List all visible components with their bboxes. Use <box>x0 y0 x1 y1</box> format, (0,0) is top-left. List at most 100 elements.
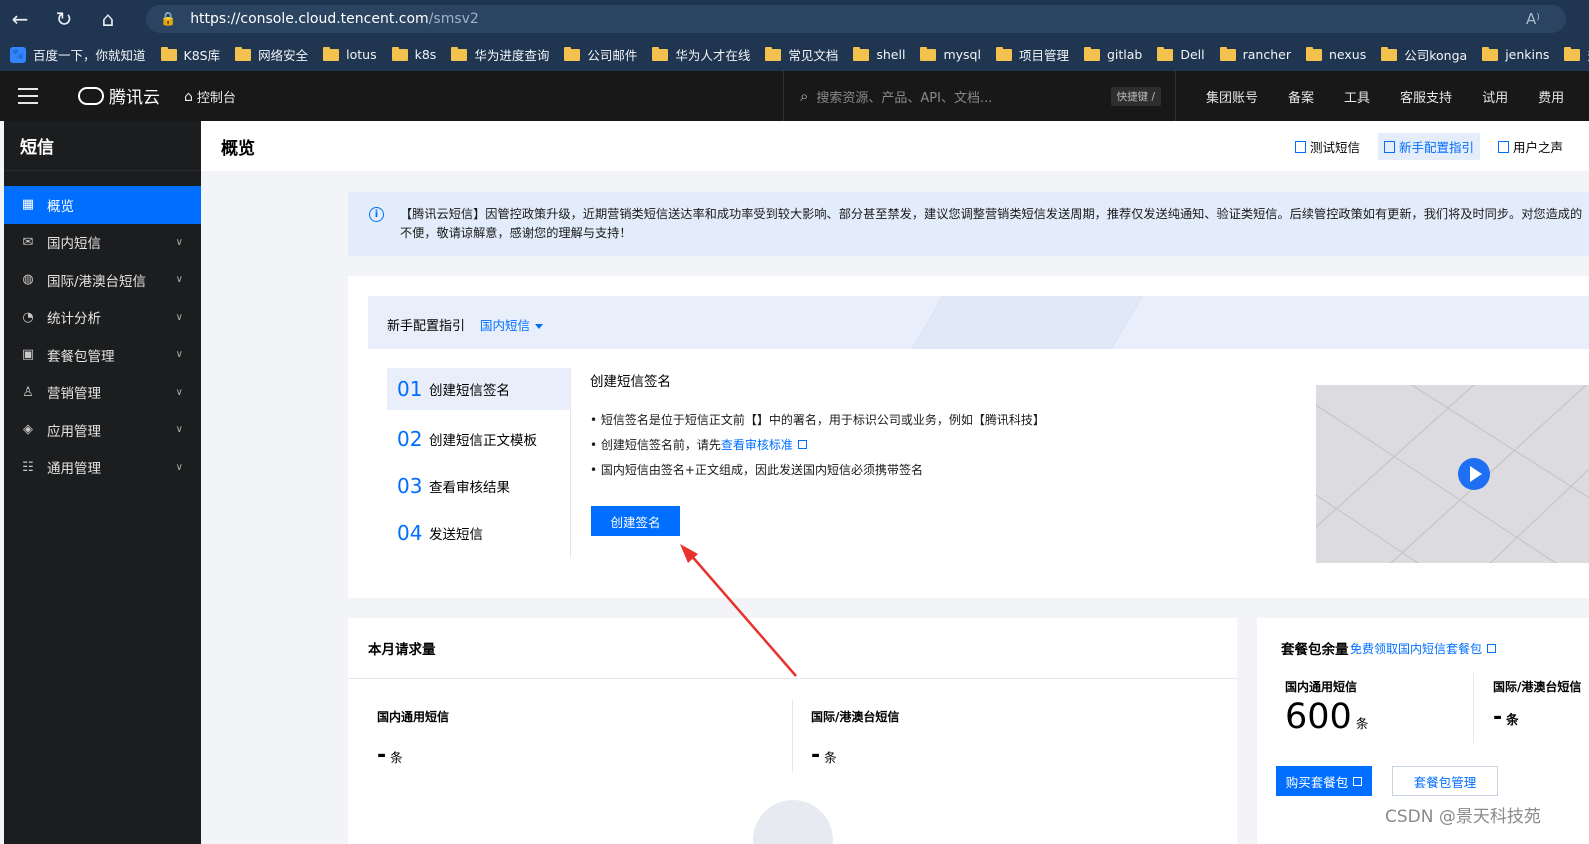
global-search[interactable]: ⌕ 搜索资源、产品、API、文档... 快捷键 / <box>783 71 1176 121</box>
header-action-button[interactable]: 用户之声 <box>1492 133 1569 160</box>
home-icon[interactable]: ⌂ <box>88 0 128 38</box>
bookmark-item[interactable]: lotus <box>323 46 377 62</box>
folder-icon <box>391 46 408 61</box>
back-icon[interactable]: ← <box>0 0 40 38</box>
bookmark-item[interactable]: 公司邮件 <box>564 45 637 64</box>
create-signature-button[interactable]: 创建签名 <box>591 506 680 536</box>
package-management-button[interactable]: 套餐包管理 <box>1392 766 1498 796</box>
top-link[interactable]: 客服支持 <box>1400 87 1452 106</box>
step-number: 04 <box>397 520 423 545</box>
sidebar-item[interactable]: ◍ 国际/港澳台短信 ∨ <box>4 261 201 299</box>
guide-label: 新手配置指引 <box>387 319 466 334</box>
bookmark-item[interactable]: 公司konga <box>1381 45 1467 64</box>
folder-icon <box>920 46 937 61</box>
header-action-button[interactable]: 测试短信 <box>1289 133 1366 160</box>
bookmark-item[interactable]: 项目管理 <box>995 45 1069 64</box>
top-links: 集团账号 备案 工具 客服支持 试用 费用 <box>1176 71 1564 121</box>
step-number: 03 <box>397 473 423 498</box>
bookmark-item[interactable]: nexus <box>1305 46 1366 62</box>
free-package-link[interactable]: 免费领取国内短信套餐包 <box>1350 640 1497 657</box>
bookmark-item[interactable]: mysql <box>920 46 981 62</box>
bookmark-label: 项目管理 <box>1018 48 1069 63</box>
step-label: 创建短信签名 <box>429 383 510 399</box>
bookmark-item[interactable]: gitlab <box>1083 46 1143 62</box>
requests-count: - <box>377 743 387 768</box>
folder-icon <box>1564 46 1581 61</box>
bookmark-label: 百度一下，你就知道 <box>33 48 146 63</box>
grid-icon: ▦ <box>21 197 35 213</box>
divider <box>348 678 1237 679</box>
console-link[interactable]: ⌂ 控制台 <box>184 87 236 107</box>
step-number: 01 <box>397 377 423 401</box>
bookmark-item[interactable]: 华为人才在线 <box>652 45 750 64</box>
bullet-item: • 短信签名是位于短信正文前【】中的署名，用于标识公司或业务，例如【腾讯科技】 <box>590 413 1045 427</box>
bookmark-item[interactable]: 升级平台 <box>1564 45 1589 64</box>
sidebar-menu: ▦ 概览 ✉ 国内短信 ∨ ◍ 国际/港澳台短信 ∨ ◔ 统计分析 ∨ ▣ 套餐包管理 ∨ ♙ 营销管理 ∨ ◈ 应… <box>4 186 201 486</box>
refresh-icon[interactable]: ↻ <box>44 0 84 38</box>
buy-package-button[interactable]: 购买套餐包 <box>1276 766 1372 796</box>
play-icon[interactable] <box>1458 458 1490 490</box>
guide-step[interactable]: 04 发送短信 <box>387 509 571 556</box>
domestic-requests-label: 国内通用短信 <box>377 710 450 724</box>
bookmark-item[interactable]: shell <box>853 46 905 62</box>
step-number: 02 <box>397 426 423 451</box>
sidebar-item[interactable]: ◔ 统计分析 ∨ <box>4 299 201 337</box>
header-action-button[interactable]: 新手配置指引 <box>1377 133 1480 160</box>
sidebar-item-label: 概览 <box>47 198 74 215</box>
external-link-icon <box>1353 776 1363 786</box>
top-link[interactable]: 费用 <box>1538 87 1564 106</box>
bookmark-item[interactable]: 华为进度查询 <box>451 45 549 64</box>
guide-region-select[interactable]: 国内短信 <box>480 315 544 334</box>
read-aloud-icon[interactable]: A⁾ <box>1526 10 1540 28</box>
monthly-requests-card: 本月请求量 国内通用短信 -条 国际/港澳台短信 -条 <box>348 618 1237 844</box>
bookmark-item[interactable]: k8s <box>391 46 437 62</box>
bookmark-item[interactable]: 常见文档 <box>765 45 838 64</box>
menu-icon[interactable] <box>18 88 38 104</box>
bookmark-item[interactable]: jenkins <box>1482 46 1549 62</box>
sidebar-item[interactable]: ▦ 概览 <box>4 186 201 224</box>
folder-icon <box>765 46 782 61</box>
bookmark-item[interactable]: K8S库 <box>160 45 220 64</box>
console-label: 控制台 <box>196 91 236 106</box>
guide-step[interactable]: 03 查看审核结果 <box>387 462 571 509</box>
unit-label: 条 <box>824 750 837 765</box>
bookmark-label: 华为人才在线 <box>675 48 751 63</box>
bookmark-item[interactable]: 网络安全 <box>235 45 308 64</box>
folder-icon <box>853 46 870 61</box>
top-link[interactable]: 集团账号 <box>1206 87 1258 106</box>
top-link[interactable]: 备案 <box>1288 87 1314 106</box>
review-standard-link[interactable]: 查看审核标准 <box>721 438 793 452</box>
sidebar-item[interactable]: ◈ 应用管理 ∨ <box>4 411 201 449</box>
sidebar-item[interactable]: ♙ 营销管理 ∨ <box>4 374 201 412</box>
guide-step[interactable]: 01 创建短信签名 <box>387 368 571 410</box>
url-input[interactable]: 🔒 https://console.cloud.tencent.com/smsv… <box>146 5 1566 33</box>
sidebar-item-label: 营销管理 <box>47 386 101 403</box>
unit-label: 条 <box>1506 712 1519 727</box>
sidebar-item[interactable]: ▣ 套餐包管理 ∨ <box>4 336 201 374</box>
bookmark-label: lotus <box>346 47 377 62</box>
document-icon <box>1383 140 1395 153</box>
package-icon: ▣ <box>21 347 35 363</box>
bookmarks-bar: 🐾 百度一下，你就知道 K8S库 网络安全 lotus k8s 华为进度查询 公司邮件 华为人才… <box>0 38 1589 71</box>
bookmark-label: gitlab <box>1106 47 1143 62</box>
bookmark-item[interactable]: rancher <box>1219 46 1291 62</box>
bullet-item: • 国内短信由签名+正文组成，因此发送国内短信必须携带签名 <box>590 463 923 477</box>
sidebar-item[interactable]: ✉ 国内短信 ∨ <box>4 224 201 262</box>
top-link[interactable]: 工具 <box>1344 87 1370 106</box>
guide-steps: 01 创建短信签名 02 创建短信正文模板 03 查看审核结果 04 发送短信 <box>387 368 571 556</box>
header-action-label: 用户之声 <box>1512 140 1563 155</box>
bullet-text: 创建短信签名前，请先 <box>600 438 721 452</box>
top-link[interactable]: 试用 <box>1482 87 1508 106</box>
tutorial-video-thumbnail[interactable] <box>1316 385 1589 563</box>
requests-count: - <box>811 743 821 768</box>
domestic-package: 国内通用短信 600 条 <box>1285 678 1368 737</box>
bookmark-label: k8s <box>414 47 437 62</box>
brand-logo[interactable]: 腾讯云 <box>78 83 160 108</box>
header-action-label: 测试短信 <box>1309 140 1360 155</box>
shortcut-hint: 快捷键 / <box>1110 87 1161 106</box>
guide-step[interactable]: 02 创建短信正文模板 <box>387 415 571 462</box>
sidebar-item[interactable]: ☷ 通用管理 ∨ <box>4 449 201 487</box>
bookmark-item[interactable]: 🐾 百度一下，你就知道 <box>10 45 146 64</box>
bookmark-item[interactable]: Dell <box>1157 46 1205 62</box>
guide-header: 新手配置指引 国内短信 <box>368 296 1589 349</box>
